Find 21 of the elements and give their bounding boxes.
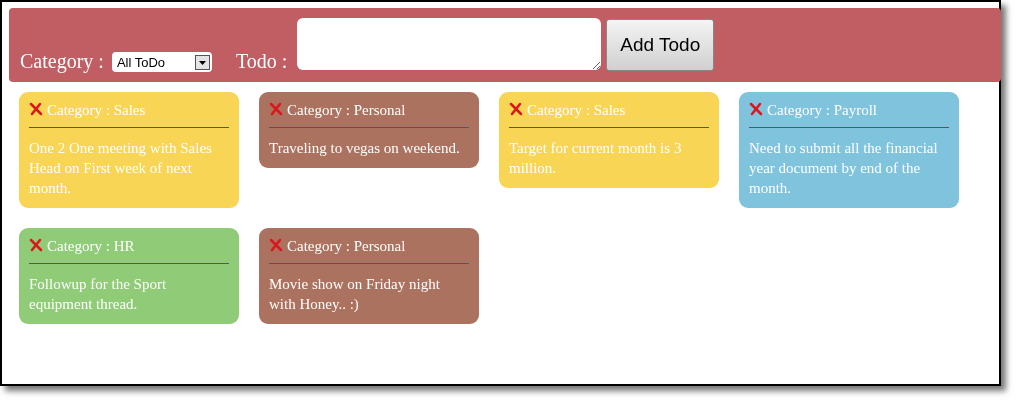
add-todo-button[interactable]: Add Todo (606, 19, 715, 71)
todo-text: Followup for the Sport equipment thread. (29, 275, 168, 314)
category-label: Category : (20, 50, 104, 72)
todo-text: Traveling to vegas on weekend. (269, 139, 461, 158)
card-category: Category : Payroll (767, 102, 877, 119)
todo-text: One 2 One meeting with Sales Head on First week of next month. (29, 139, 213, 198)
todo-text: Target for current month is 3 million. (509, 139, 683, 178)
todo-text: Need to submit all the financial year document by end of the month. (749, 139, 939, 198)
delete-icon[interactable] (749, 101, 763, 116)
delete-icon[interactable] (509, 101, 523, 116)
todo-label: Todo : (235, 50, 288, 72)
card-category: Category : Personal (287, 238, 406, 255)
todo-text: Movie show on Friday night with Honey.. :) (269, 275, 441, 314)
todo-input[interactable] (297, 18, 602, 70)
card-category: Category : Sales (527, 102, 626, 119)
delete-icon[interactable] (29, 237, 43, 252)
category-select[interactable]: All ToDo (111, 52, 212, 72)
card-category: Category : Personal (287, 102, 406, 119)
delete-icon[interactable] (29, 101, 43, 116)
card-category: Category : Sales (47, 102, 146, 119)
card-category: Category : HR (47, 238, 135, 255)
